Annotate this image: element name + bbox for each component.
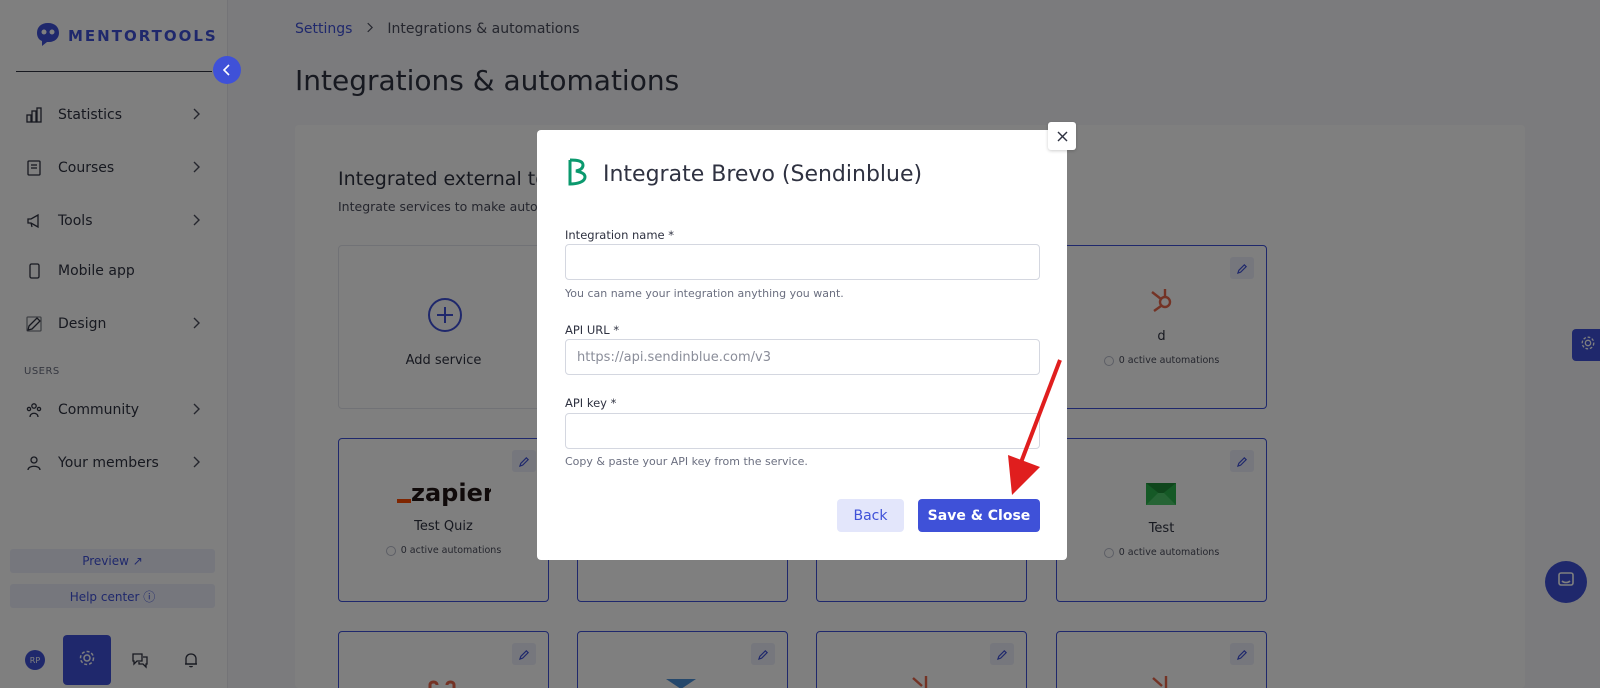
integration-name-help: You can name your integration anything y… bbox=[565, 287, 844, 300]
api-key-input[interactable] bbox=[565, 413, 1040, 449]
red-arrow-annotation bbox=[1008, 359, 1062, 495]
integration-name-label: Integration name * bbox=[565, 228, 675, 242]
modal-close-button[interactable] bbox=[1048, 122, 1076, 150]
integrate-brevo-modal: Integrate Brevo (Sendinblue) Integration… bbox=[537, 130, 1067, 560]
chevron-left-icon bbox=[222, 61, 231, 80]
integration-name-input[interactable] bbox=[565, 244, 1040, 280]
brevo-logo-icon bbox=[567, 158, 589, 190]
save-and-close-button[interactable]: Save & Close bbox=[918, 499, 1040, 532]
back-button[interactable]: Back bbox=[837, 499, 904, 532]
collapse-sidebar-button[interactable] bbox=[213, 56, 241, 84]
api-url-input[interactable] bbox=[565, 339, 1040, 375]
api-key-help: Copy & paste your API key from the servi… bbox=[565, 455, 808, 468]
modal-title: Integrate Brevo (Sendinblue) bbox=[603, 161, 923, 187]
close-icon bbox=[1057, 127, 1068, 146]
api-key-label: API key * bbox=[565, 396, 617, 410]
modal-header: Integrate Brevo (Sendinblue) bbox=[567, 158, 922, 190]
api-url-label: API URL * bbox=[565, 323, 620, 337]
